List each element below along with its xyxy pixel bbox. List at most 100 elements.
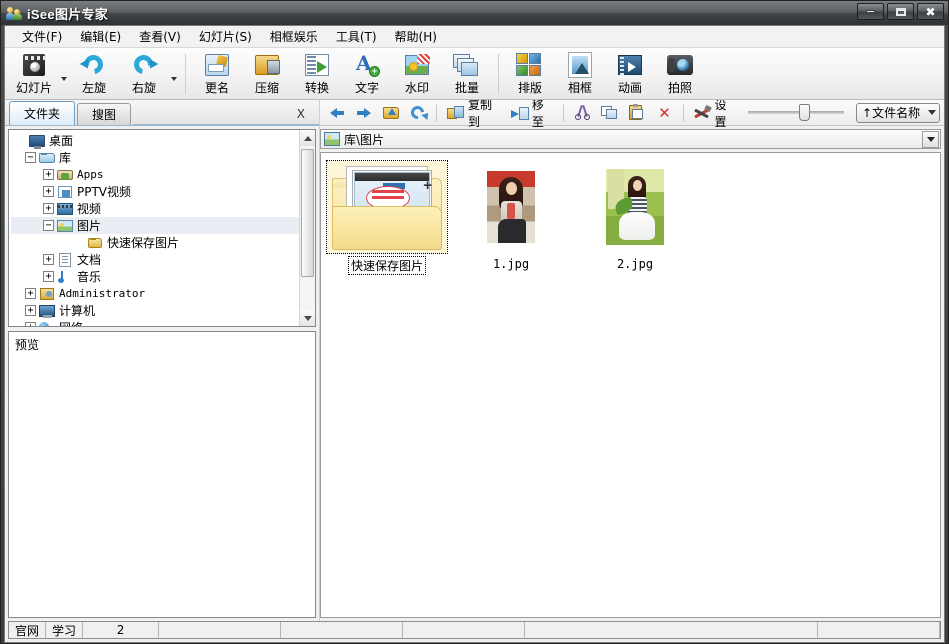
expander-expand-icon[interactable]: + — [43, 254, 54, 265]
toolbar-animation-button[interactable]: 动画 — [605, 50, 655, 98]
expander-collapse-icon[interactable]: − — [25, 152, 36, 163]
rotate-right-icon — [130, 50, 159, 78]
expander-none — [73, 237, 84, 248]
status-learn-link[interactable]: 学习 — [46, 622, 84, 638]
toolbar-rotate-left-button[interactable]: 左旋 — [69, 50, 119, 98]
tree-label: 文档 — [77, 253, 102, 267]
toolbar-rotate-right-button[interactable]: 右旋 — [119, 50, 169, 98]
up-folder-button[interactable] — [378, 102, 403, 124]
expander-none — [15, 135, 26, 146]
slider-track[interactable] — [748, 104, 845, 121]
copy-to-label: 复制到 — [468, 97, 493, 129]
close-panel-button[interactable]: X — [297, 107, 305, 121]
tree-node-quick-save-pictures[interactable]: 快速保存图片 — [11, 234, 299, 251]
list-item[interactable]: 1.jpg — [449, 159, 573, 277]
forward-button[interactable] — [351, 102, 376, 124]
expander-expand-icon[interactable]: + — [43, 203, 54, 214]
tree-node-administrator[interactable]: + Administrator — [11, 285, 299, 302]
menu-frame-fun[interactable]: 相框娱乐 — [261, 26, 327, 47]
path-text: 库\图片 — [344, 132, 385, 147]
list-item[interactable]: + 快速保存图片 — [325, 159, 449, 277]
expander-expand-icon[interactable]: + — [25, 305, 36, 316]
preview-panel: 预览 — [8, 331, 316, 618]
tree-scrollbar[interactable] — [299, 130, 315, 326]
expander-expand-icon[interactable]: + — [43, 186, 54, 197]
toolbar-photo-frame-button[interactable]: 相框 — [555, 50, 605, 98]
toolbar-convert-label: 转换 — [304, 80, 329, 95]
expander-expand-icon[interactable]: + — [25, 288, 36, 299]
toolbar-rename-button[interactable]: 更名 — [192, 50, 242, 98]
tree-node-video[interactable]: + 视频 — [11, 200, 299, 217]
tree-label: 计算机 — [59, 304, 96, 318]
scroll-track[interactable] — [300, 146, 315, 310]
file-name: 1.jpg — [492, 257, 530, 271]
tree-node-documents[interactable]: + 文档 — [11, 251, 299, 268]
thumbnail-size-slider[interactable] — [748, 104, 845, 121]
toolbar-compress-button[interactable]: 压缩 — [242, 50, 292, 98]
tree-node-computer[interactable]: + 计算机 — [11, 302, 299, 319]
tab-folders[interactable]: 文件夹 — [9, 101, 76, 125]
tree-node-music[interactable]: + 音乐 — [11, 268, 299, 285]
copy-button[interactable] — [597, 102, 622, 124]
expander-expand-icon[interactable]: + — [43, 271, 54, 282]
slideshow-dropdown-arrow[interactable] — [59, 50, 69, 98]
menu-edit[interactable]: 编辑(E) — [71, 26, 130, 47]
menu-tools[interactable]: 工具(T) — [327, 26, 386, 47]
toolbar-add-text-button[interactable]: A + 文字 — [342, 50, 392, 98]
tree-label: 网络 — [59, 319, 83, 326]
close-icon: ✖ — [925, 4, 936, 19]
rotate-dropdown-arrow[interactable] — [169, 50, 179, 98]
tree-node-pictures[interactable]: − 图片 — [11, 217, 299, 234]
sort-order-dropdown[interactable]: ↑文件名称 — [856, 102, 941, 123]
tree-node-pptv[interactable]: + PPTV视频 — [11, 183, 299, 200]
move-to-icon — [510, 105, 529, 121]
tree-node-library[interactable]: − 库 — [11, 149, 299, 166]
toolbar-camera-button[interactable]: 拍照 — [655, 50, 705, 98]
menu-slideshow[interactable]: 幻灯片(S) — [190, 26, 261, 47]
copy-to-button[interactable]: 复制到 — [443, 98, 505, 129]
file-toolbar: 复制到 移至 ✕ 设置 ↑文件名称 — [320, 98, 944, 129]
expander-collapse-icon[interactable]: − — [43, 220, 54, 231]
tab-search-images-label: 搜图 — [92, 108, 117, 122]
tree-node-desktop[interactable]: 桌面 — [11, 132, 299, 149]
tree-label: PPTV视频 — [77, 185, 132, 199]
status-official-site-link[interactable]: 官网 — [9, 622, 47, 638]
paste-icon — [628, 103, 646, 121]
file-list[interactable]: + 快速保存图片 1.jpg 2.jpg — [320, 152, 941, 618]
path-dropdown-button[interactable] — [922, 130, 939, 148]
maximize-button[interactable] — [887, 3, 914, 20]
back-button[interactable] — [324, 102, 349, 124]
convert-icon — [303, 52, 331, 78]
tree-node-network[interactable]: + 网络 — [11, 319, 299, 326]
menu-view[interactable]: 查看(V) — [130, 26, 190, 47]
delete-button[interactable]: ✕ — [651, 102, 676, 124]
toolbar-batch-button[interactable]: 批量 — [442, 50, 492, 98]
toolbar-layout-label: 排版 — [517, 80, 542, 95]
refresh-button[interactable] — [405, 102, 430, 124]
title-bar: iSee图片专家 ✖ — [1, 1, 948, 25]
minimize-button[interactable] — [857, 3, 884, 20]
scroll-up-button[interactable] — [300, 130, 315, 146]
paste-button[interactable] — [624, 102, 649, 124]
tab-search-images[interactable]: 搜图 — [77, 103, 132, 125]
toolbar-convert-button[interactable]: 转换 — [292, 50, 342, 98]
tree-node-apps[interactable]: + Apps — [11, 166, 299, 183]
expander-expand-icon[interactable]: + — [25, 322, 36, 326]
move-to-button[interactable]: 移至 — [507, 98, 558, 129]
expander-expand-icon[interactable]: + — [43, 169, 54, 180]
list-item[interactable]: 2.jpg — [573, 159, 697, 277]
toolbar-rename-label: 更名 — [204, 80, 229, 95]
toolbar-slideshow-button[interactable]: 幻灯片 — [9, 50, 59, 98]
slider-thumb[interactable] — [799, 104, 811, 121]
toolbar-watermark-button[interactable]: 水印 — [392, 50, 442, 98]
close-button[interactable]: ✖ — [917, 3, 944, 20]
toolbar-layout-button[interactable]: 排版 — [505, 50, 555, 98]
cut-button[interactable] — [570, 102, 595, 124]
folder-tree[interactable]: 桌面 − 库 + Apps + PPTV视频 + 视频 − 图片 快速保存图片 … — [9, 130, 299, 326]
scroll-down-button[interactable] — [300, 310, 315, 326]
menu-file[interactable]: 文件(F) — [13, 26, 71, 47]
scroll-thumb[interactable] — [301, 149, 314, 277]
settings-button[interactable]: 设置 — [689, 98, 740, 129]
path-bar[interactable]: 库\图片 — [320, 129, 941, 149]
menu-help[interactable]: 帮助(H) — [386, 26, 446, 47]
